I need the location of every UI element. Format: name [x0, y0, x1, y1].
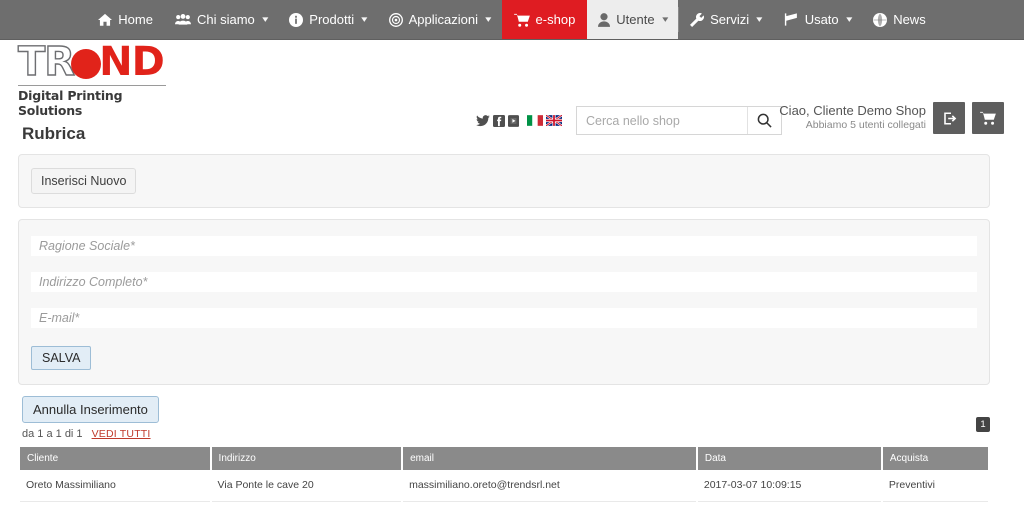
main-navigation: Home Chi siamo ▾ Prodotti ▾ Applicazioni…	[0, 0, 1024, 40]
nav-label: Usato	[804, 12, 839, 27]
greeting-line: Ciao, Cliente Demo Shop	[779, 103, 926, 119]
nav-label: Home	[118, 12, 153, 27]
chevron-down-icon: ▾	[661, 14, 668, 24]
column-header-indirizzo[interactable]: Indirizzo	[211, 447, 402, 470]
logo-wordmark: TR ND	[17, 39, 166, 85]
info-circle-icon	[289, 12, 304, 27]
site-header: TR ND Digital Printing Solutions Cerca n…	[0, 39, 1024, 135]
nav-label: Chi siamo	[196, 12, 255, 27]
cart-button[interactable]	[972, 102, 1004, 134]
table-header-row: Cliente Indirizzo email Data Acquista	[20, 447, 988, 470]
search-button[interactable]	[747, 107, 781, 134]
logo-dot-icon	[71, 49, 102, 79]
column-header-cliente[interactable]: Cliente	[20, 447, 210, 470]
youtube-icon[interactable]	[508, 114, 519, 127]
logo-subtitle: Digital Printing Solutions	[18, 88, 123, 118]
pagination-info: da 1 a 1 di 1	[22, 428, 83, 440]
nav-item-home[interactable]: Home	[87, 0, 164, 39]
users-icon	[174, 13, 191, 26]
pagination-row: da 1 a 1 di 1 VEDI TUTTI 1	[22, 417, 990, 440]
cell-email: massimiliano.oreto@trendsrl.net	[403, 470, 696, 502]
cart-icon	[980, 111, 996, 125]
view-all-link[interactable]: VEDI TUTTI	[92, 428, 151, 440]
shop-search	[576, 106, 782, 135]
user-greeting: Ciao, Cliente Demo Shop Abbiamo 5 utenti…	[779, 103, 926, 133]
nav-item-usato[interactable]: Usato ▾	[773, 0, 863, 39]
search-icon	[757, 113, 772, 128]
nav-item-servizi[interactable]: Servizi ▾	[679, 0, 773, 39]
language-switcher	[527, 115, 562, 126]
nav-label: e-shop	[535, 12, 576, 27]
cancel-insert-button[interactable]: Annulla Inserimento	[22, 396, 159, 423]
ragione-sociale-field[interactable]	[31, 236, 977, 256]
indirizzo-completo-field[interactable]	[31, 272, 977, 292]
column-header-email[interactable]: email	[403, 447, 696, 470]
twitter-icon[interactable]	[476, 114, 490, 127]
cell-acquista[interactable]: Preventivi	[882, 470, 988, 502]
wrench-icon	[690, 12, 705, 27]
home-icon	[98, 13, 113, 27]
chevron-down-icon: ▾	[485, 14, 492, 24]
target-icon	[388, 12, 403, 27]
cell-cliente: Oreto Massimiliano	[20, 470, 210, 502]
nav-item-chi-siamo[interactable]: Chi siamo ▾	[164, 0, 278, 39]
column-header-acquista[interactable]: Acquista	[882, 447, 988, 470]
header-utilities	[476, 106, 782, 135]
bullhorn-icon	[784, 13, 799, 26]
logo-text-part2: ND	[99, 39, 165, 85]
nav-item-eshop[interactable]: e-shop	[501, 0, 588, 39]
cart-icon	[513, 13, 530, 27]
logo-text-part1: TR	[17, 39, 75, 85]
logout-icon	[942, 111, 957, 126]
address-table: Cliente Indirizzo email Data Acquista Or…	[18, 447, 990, 502]
chevron-down-icon: ▾	[756, 14, 763, 24]
nav-item-news[interactable]: News	[862, 0, 937, 39]
flag-italy-icon[interactable]	[527, 115, 543, 126]
site-logo[interactable]: TR ND Digital Printing Solutions	[17, 39, 166, 118]
globe-icon	[873, 12, 888, 27]
nav-item-utente[interactable]: Utente ▾	[587, 0, 679, 39]
nav-label: News	[893, 12, 926, 27]
cell-indirizzo: Via Ponte le cave 20	[211, 470, 402, 502]
save-button[interactable]: SALVA	[31, 346, 92, 370]
nav-label: Applicazioni	[408, 12, 479, 27]
logo-divider	[18, 85, 166, 86]
nav-item-applicazioni[interactable]: Applicazioni ▾	[378, 0, 502, 39]
chevron-down-icon: ▾	[845, 14, 852, 24]
logout-button[interactable]	[933, 102, 965, 134]
nav-item-prodotti[interactable]: Prodotti ▾	[278, 0, 377, 39]
chevron-down-icon: ▾	[361, 14, 368, 24]
user-area: Ciao, Cliente Demo Shop Abbiamo 5 utenti…	[779, 102, 1004, 134]
nav-label: Prodotti	[309, 12, 355, 27]
page-content: Rubrica Inserisci Nuovo SALVA Annulla In…	[0, 124, 1024, 502]
nav-label: Utente	[616, 12, 655, 27]
facebook-icon[interactable]	[493, 114, 505, 127]
insert-panel: Inserisci Nuovo	[18, 154, 990, 208]
online-users-count: Abbiamo 5 utenti collegati	[805, 119, 926, 132]
user-icon	[598, 12, 611, 27]
insert-new-button[interactable]: Inserisci Nuovo	[31, 168, 137, 194]
search-input[interactable]	[577, 107, 747, 134]
email-field[interactable]	[31, 308, 977, 328]
social-links	[476, 114, 562, 127]
page-number-badge[interactable]: 1	[976, 417, 990, 432]
flag-uk-icon[interactable]	[546, 115, 562, 126]
nav-label: Servizi	[710, 12, 750, 27]
table-row[interactable]: Oreto Massimiliano Via Ponte le cave 20 …	[20, 470, 988, 502]
column-header-data[interactable]: Data	[697, 447, 881, 470]
cell-data: 2017-03-07 10:09:15	[697, 470, 881, 502]
address-form-panel: SALVA	[18, 219, 990, 385]
chevron-down-icon: ▾	[261, 14, 269, 24]
